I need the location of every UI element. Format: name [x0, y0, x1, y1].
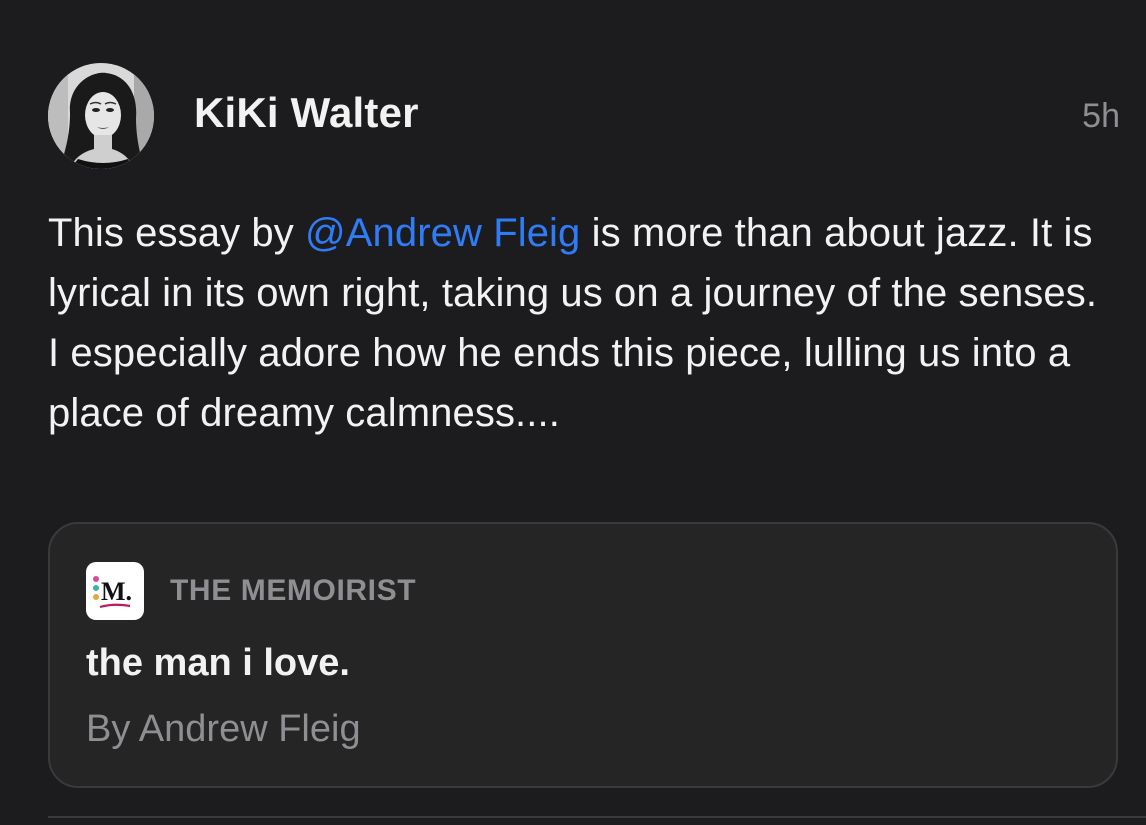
avatar[interactable]	[48, 63, 154, 169]
mention-link[interactable]: @Andrew Fleig	[305, 211, 580, 255]
post-header: KiKi Walter 5h	[48, 63, 1120, 169]
author-name[interactable]: KiKi Walter	[194, 89, 419, 137]
publication-row: M. THE MEMOIRIST	[86, 562, 416, 620]
publication-logo-text: M.	[101, 577, 132, 606]
article-title: the man i love.	[86, 642, 350, 684]
divider	[48, 816, 1146, 818]
avatar-image	[48, 63, 154, 169]
post-body: This essay by @Andrew Fleig is more than…	[48, 203, 1108, 443]
note-post: KiKi Walter 5h This essay by @Andrew Fle…	[0, 0, 1146, 825]
memoirist-logo-icon: M.	[86, 562, 144, 620]
post-text-start: This essay by	[48, 211, 306, 255]
article-byline: By Andrew Fleig	[86, 708, 361, 750]
link-card[interactable]: M. THE MEMOIRIST the man i love. By Andr…	[48, 522, 1118, 788]
post-timestamp: 5h	[1082, 97, 1120, 135]
publication-name: THE MEMOIRIST	[170, 574, 417, 607]
